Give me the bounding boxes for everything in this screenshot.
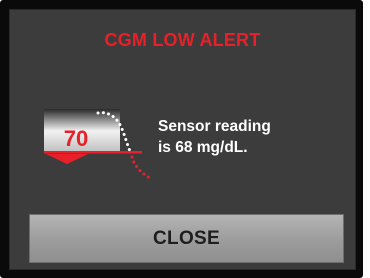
low-threshold-trend-icon: 70	[44, 109, 154, 181]
device-frame: CGM LOW ALERT 70 Sensor reading is 68 mg…	[0, 0, 363, 278]
message-line-2: is 68 mg/dL.	[158, 139, 248, 156]
reading-value: 70	[64, 126, 88, 151]
alert-screen: CGM LOW ALERT 70 Sensor reading is 68 mg…	[9, 9, 356, 270]
alert-title: CGM LOW ALERT	[104, 30, 261, 50]
message-line-1: Sensor reading	[158, 118, 271, 135]
threshold-line	[44, 151, 142, 154]
close-button-label: CLOSE	[153, 227, 220, 249]
close-button[interactable]: CLOSE	[29, 214, 344, 263]
trend-dots-red	[130, 155, 154, 181]
alert-message: Sensor reading is 68 mg/dL.	[158, 116, 348, 158]
down-arrow-icon	[46, 154, 88, 164]
